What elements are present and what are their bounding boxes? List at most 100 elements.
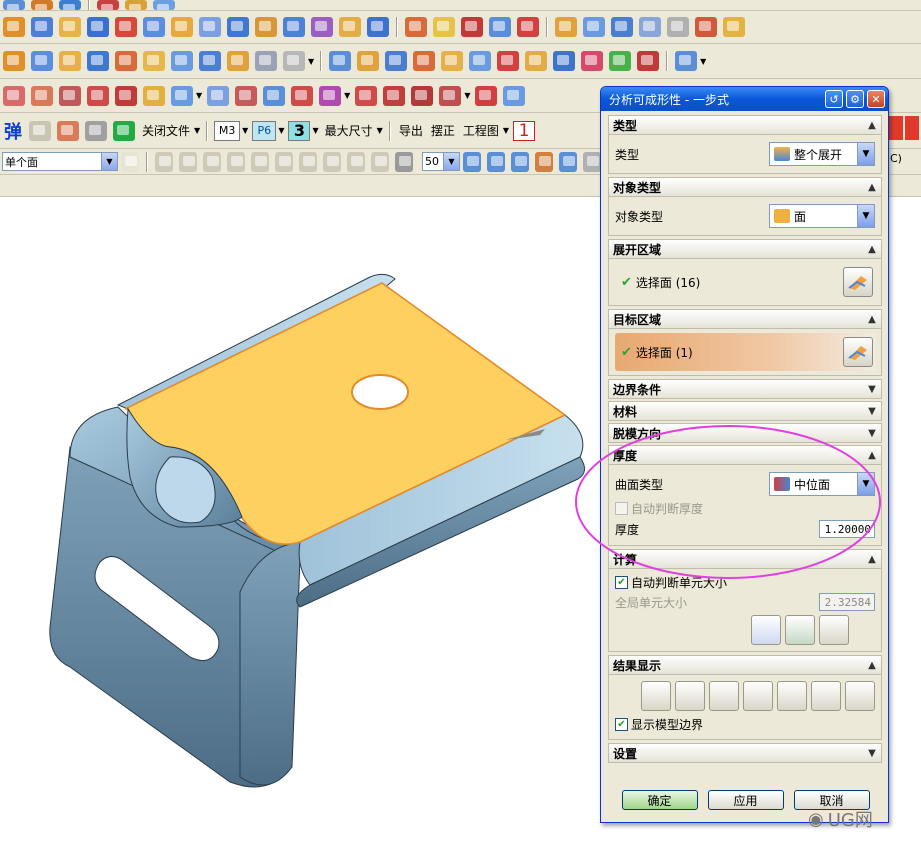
move-icon[interactable] [489,17,511,37]
offset-icon[interactable] [311,17,333,37]
chevron-up-icon[interactable]: ▲ [863,660,881,671]
p6-button[interactable]: P6 [252,120,277,141]
type-dropdown[interactable]: 整个展开 ▼ [769,142,875,166]
ok-button[interactable]: 确定 [621,790,698,810]
drawing-button[interactable]: 工程图 [459,121,503,141]
object-type-dropdown[interactable]: 面 ▼ [769,204,875,228]
chevron-down-icon[interactable]: ▼ [308,57,314,66]
chevron-down-icon[interactable]: ▼ [312,126,318,135]
target-select-row[interactable]: ✔ 选择面 (1) [615,333,875,371]
curve-tool-icon[interactable] [143,85,165,106]
curve-tool-icon[interactable] [87,85,109,106]
toolbar-tool-icon[interactable] [153,0,175,10]
tube-icon[interactable] [143,17,165,37]
close-file-icon[interactable] [113,120,135,141]
surface-icon[interactable] [199,17,221,37]
trim-icon[interactable] [339,17,361,37]
sheet-icon[interactable] [171,17,193,37]
curve-tool-icon[interactable] [263,85,286,106]
verify-icon[interactable] [785,615,815,645]
filter-icon[interactable] [559,151,577,172]
bend-corner[interactable] [239,541,301,786]
curve-tool-icon[interactable] [439,85,462,106]
m3-button[interactable]: M3 [214,120,241,141]
snap-icon[interactable] [251,151,269,172]
sheet-metal-icon[interactable] [441,51,464,71]
analysis-icon[interactable] [675,51,698,71]
snap-icon[interactable] [371,151,389,172]
section-object-type-header[interactable]: 对象类型 ▲ [608,177,882,197]
chevron-down-icon[interactable]: ▼ [196,91,202,100]
chevron-down-icon[interactable]: ▼ [464,91,470,100]
snap-icon[interactable] [347,151,365,172]
filter-icon[interactable] [583,151,601,172]
chevron-up-icon[interactable]: ▲ [863,182,881,193]
chevron-up-icon[interactable]: ▲ [863,244,881,255]
section-unfold-region-header[interactable]: 展开区域 ▲ [608,239,882,259]
surface-tool-icon[interactable] [59,51,81,71]
split-icon[interactable] [367,17,389,37]
unfold-select-row[interactable]: ✔ 选择面 (16) [615,263,875,301]
result-export-icon[interactable] [845,681,875,711]
curve-tool-icon[interactable] [59,85,81,106]
reset-icon[interactable]: ↺ [825,90,843,108]
surface-tool-icon[interactable] [255,51,277,71]
measure-icon[interactable] [611,17,633,37]
dialog-titlebar[interactable]: 分析可成形性 - 一步式 ↺ ⚙ ✕ [601,87,888,111]
chevron-down-icon[interactable]: ▼ [863,406,881,417]
chevron-down-icon[interactable]: ▼ [377,126,383,135]
select-face-button[interactable] [843,267,873,297]
block-icon[interactable] [59,17,81,37]
curve-tool-icon[interactable] [503,85,526,106]
shell-icon[interactable] [227,17,249,37]
sheet-metal-icon[interactable] [553,51,576,71]
flip-label[interactable]: 弹 [0,121,26,143]
curve-tool-icon[interactable] [115,85,137,106]
snap-icon[interactable] [323,151,341,172]
datum-icon[interactable] [667,17,689,37]
delete-icon[interactable] [461,17,483,37]
result-thinning-icon[interactable] [743,681,773,711]
filter-icon[interactable] [463,151,481,172]
surface-tool-icon[interactable] [31,51,53,71]
view-tool-icon[interactable] [905,116,919,140]
toolbar-tool-icon[interactable] [125,0,147,10]
surface-tool-icon[interactable] [199,51,221,71]
arrow-right-icon[interactable] [121,151,139,172]
chevron-down-icon[interactable]: ▼ [863,748,881,759]
sheet-metal-icon[interactable] [609,51,632,71]
layer-3-button[interactable]: 3 [288,120,311,141]
count-dropdown[interactable]: 50 ▼ [422,152,460,171]
chevron-down-icon[interactable]: ▼ [503,126,509,135]
sheet-metal-icon[interactable] [413,51,436,71]
gear-icon[interactable]: ⚙ [846,90,864,108]
sheet-metal-icon[interactable] [637,51,660,71]
sheet-metal-icon[interactable] [357,51,380,71]
show-boundary-checkbox[interactable]: ✔ [615,717,628,731]
unfold-result-icon[interactable] [819,615,849,645]
coordinate-icon[interactable] [29,120,51,141]
part-icon[interactable] [723,17,745,37]
filter-icon[interactable] [487,151,505,172]
chamfer-icon[interactable] [283,17,305,37]
pattern-icon[interactable] [433,17,455,37]
curve-tool-icon[interactable] [235,85,258,106]
mesh-icon[interactable] [751,615,781,645]
snap-icon[interactable] [395,151,413,172]
solid-icon[interactable] [517,17,539,37]
sheet-metal-icon[interactable] [497,51,520,71]
curve-tool-icon[interactable] [319,85,342,106]
surface-tool-icon[interactable] [227,51,249,71]
snap-icon[interactable] [155,151,173,172]
round-hole[interactable] [351,374,409,410]
max-size-button[interactable]: 最大尺寸 [321,121,377,141]
curve-tool-icon[interactable] [3,85,25,106]
sheet-metal-icon[interactable] [385,51,408,71]
section-results-header[interactable]: 结果显示 ▲ [608,655,882,675]
crosshair-icon[interactable] [85,120,107,141]
chevron-down-icon[interactable]: ▼ [278,126,284,135]
curve-tool-icon[interactable] [475,85,498,106]
toolbar-tool-icon[interactable] [97,0,119,10]
snap-icon[interactable] [299,151,317,172]
sheet-metal-icon[interactable] [329,51,352,71]
